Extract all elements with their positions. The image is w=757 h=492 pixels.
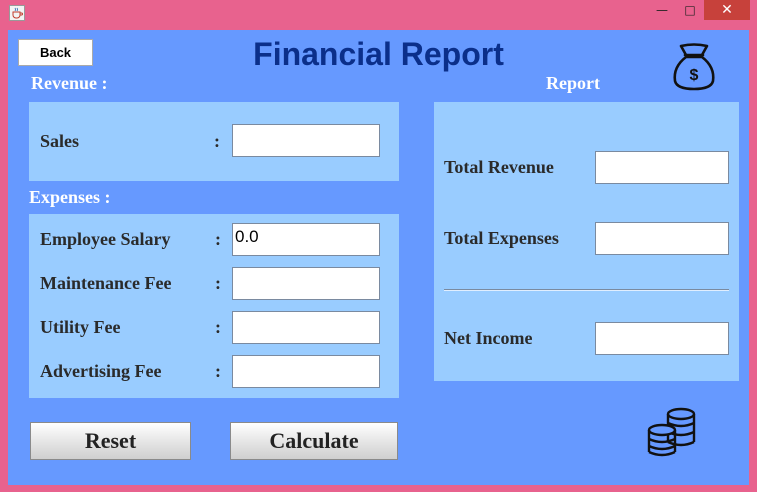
revenue-heading: Revenue : [31, 73, 108, 93]
close-button[interactable]: ✕ [704, 0, 750, 20]
total-expenses-label: Total Expenses [444, 228, 559, 248]
window-titlebar: — □ ✕ [0, 0, 757, 26]
expenses-heading: Expenses : [29, 187, 111, 207]
maintenance-fee-label: Maintenance Fee [40, 273, 172, 293]
advertising-fee-label: Advertising Fee [40, 361, 162, 381]
sales-label: Sales [40, 131, 80, 151]
report-heading: Report [546, 73, 600, 93]
utility-fee-colon: : [215, 317, 221, 337]
utility-fee-label: Utility Fee [40, 317, 121, 337]
sales-input[interactable] [232, 124, 380, 157]
employee-salary-input[interactable]: 0.0 [232, 223, 380, 256]
expenses-panel: Employee Salary : 0.0 Maintenance Fee : … [29, 214, 399, 398]
svg-text:$: $ [690, 67, 699, 84]
report-divider [444, 289, 729, 291]
total-revenue-label: Total Revenue [444, 157, 554, 177]
java-cup-icon[interactable] [9, 5, 25, 21]
maximize-button[interactable]: □ [676, 0, 704, 20]
main-content: Back Financial Report $ Revenue : Sales … [8, 30, 749, 485]
net-income-output[interactable] [595, 322, 729, 355]
money-bag-icon: $ [673, 43, 715, 91]
total-expenses-output[interactable] [595, 222, 729, 255]
maintenance-fee-input[interactable] [232, 267, 380, 300]
advertising-fee-colon: : [215, 361, 221, 381]
maintenance-fee-colon: : [215, 273, 221, 293]
advertising-fee-input[interactable] [232, 355, 380, 388]
report-panel: Total Revenue Total Expenses Net Income [434, 102, 739, 381]
minimize-button[interactable]: — [648, 0, 676, 20]
employee-salary-colon: : [215, 229, 221, 249]
employee-salary-label: Employee Salary [40, 229, 171, 249]
utility-fee-input[interactable] [232, 311, 380, 344]
reset-button[interactable]: Reset [30, 422, 191, 460]
page-title: Financial Report [253, 36, 504, 72]
revenue-panel: Sales : [29, 102, 399, 181]
coins-stack-icon [647, 407, 696, 457]
net-income-label: Net Income [444, 328, 533, 348]
calculate-button[interactable]: Calculate [230, 422, 398, 460]
sales-colon: : [214, 131, 220, 151]
total-revenue-output[interactable] [595, 151, 729, 184]
